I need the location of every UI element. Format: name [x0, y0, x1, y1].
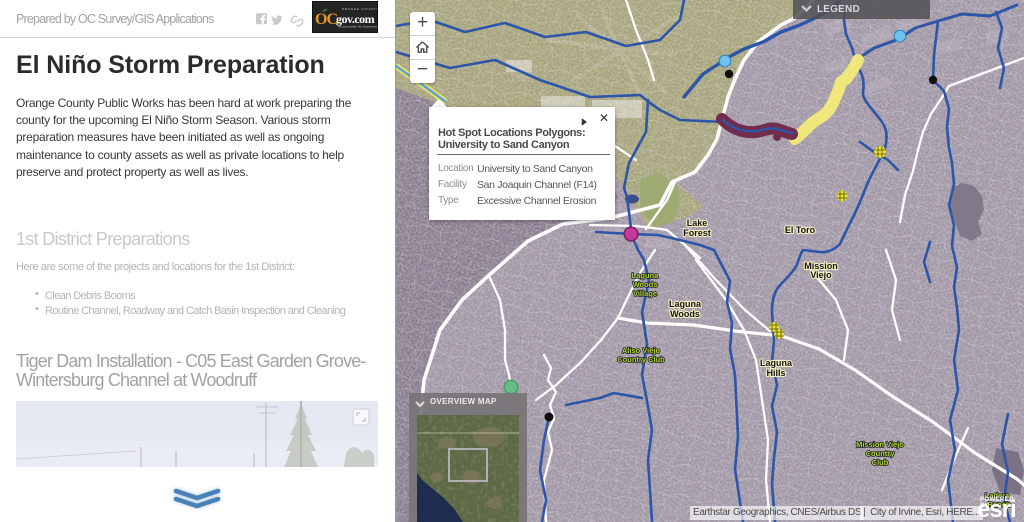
svg-text:Viejo: Viejo: [810, 270, 832, 280]
svg-text:Aliso Viejo: Aliso Viejo: [622, 346, 661, 355]
svg-text:Woods: Woods: [633, 280, 658, 289]
svg-text:Country: Country: [866, 449, 896, 458]
svg-text:Lake: Lake: [687, 218, 708, 228]
svg-text:Laguna: Laguna: [632, 271, 659, 280]
svg-text:OC: OC: [315, 11, 337, 28]
svg-text:Hills: Hills: [766, 368, 785, 378]
svg-text:ORANGE COUNTY: ORANGE COUNTY: [342, 7, 377, 11]
svg-text:Country Club: Country Club: [617, 355, 665, 364]
svg-text:Village: Village: [633, 289, 657, 298]
svg-text:Laguna: Laguna: [669, 299, 702, 309]
svg-text:Mission Viejo: Mission Viejo: [856, 440, 904, 449]
svg-text:El Toro: El Toro: [785, 225, 816, 235]
svg-text:All community. No Government.: All community. No Government.: [338, 25, 377, 29]
svg-text:Forest: Forest: [683, 228, 711, 238]
svg-text:Club: Club: [872, 458, 889, 467]
svg-text:Laguna: Laguna: [760, 358, 793, 368]
svg-text:Woods: Woods: [670, 309, 700, 319]
